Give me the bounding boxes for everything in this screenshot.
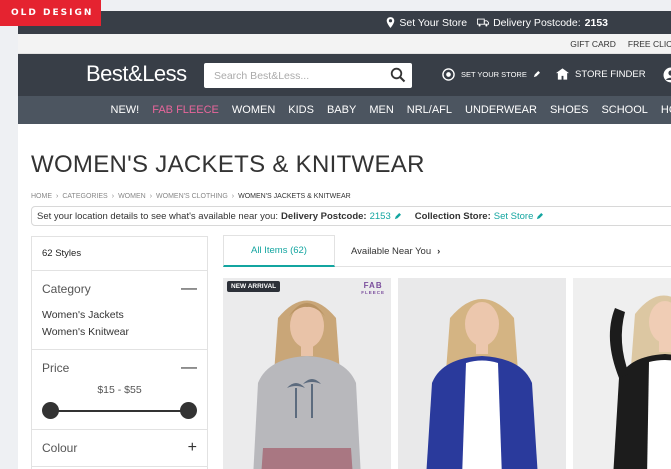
store-finder-button[interactable]: STORE FINDER	[556, 68, 646, 80]
old-design-badge: OLD DESIGN	[0, 0, 101, 26]
main-header: Best&Less Search Best&Less... SET YOUR S…	[18, 54, 671, 96]
pencil-icon[interactable]	[394, 212, 401, 220]
breadcrumb-current: WOMEN'S JACKETS & KNITWEAR	[238, 193, 351, 200]
search-input[interactable]: Search Best&Less...	[204, 63, 412, 88]
nav-shoes[interactable]: SHOES	[543, 104, 595, 116]
product-image	[398, 278, 566, 469]
product-card[interactable]: NEW ARRIVAL FAB FLEECE	[223, 278, 391, 469]
nav-underwear[interactable]: UNDERWEAR	[459, 104, 544, 116]
fab-fleece-logo: FAB FLEECE	[361, 282, 385, 296]
category-option-knitwear[interactable]: Women's Knitwear	[42, 324, 197, 341]
category-option-jackets[interactable]: Women's Jackets	[42, 307, 197, 324]
set-your-store-button[interactable]: SET YOUR STORE	[442, 68, 540, 81]
product-card[interactable]	[573, 278, 671, 469]
breadcrumb-categories[interactable]: CATEGORIES	[62, 193, 107, 200]
search-placeholder: Search Best&Less...	[214, 69, 310, 82]
breadcrumb-womens-clothing[interactable]: WOMEN'S CLOTHING	[156, 193, 228, 200]
colour-title: Colour	[42, 441, 78, 455]
search-icon[interactable]	[390, 67, 406, 83]
price-slider[interactable]	[42, 399, 197, 423]
slider-min-handle[interactable]	[42, 402, 59, 419]
new-arrival-badge: NEW ARRIVAL	[227, 281, 281, 292]
links-bar: GIFT CARD FREE CLICK	[18, 34, 671, 54]
store-icon	[556, 68, 569, 80]
nav-new[interactable]: NEW!	[104, 104, 146, 116]
location-prompt: Set your location details to see what's …	[37, 210, 279, 222]
set-store-label: Set Your Store	[399, 16, 468, 29]
chevron-right-icon: ›	[149, 193, 153, 200]
slider-track	[50, 410, 189, 412]
product-grid: NEW ARRIVAL FAB FLEECE	[223, 278, 671, 469]
price-title: Price	[42, 361, 70, 375]
chevron-right-icon: ›	[231, 193, 235, 200]
nav-kids[interactable]: KIDS	[282, 104, 321, 116]
postcode-label: Delivery Postcode:	[281, 210, 367, 222]
collapse-icon[interactable]: —	[181, 280, 197, 298]
postcode-value[interactable]: 2153	[370, 211, 391, 222]
account-icon[interactable]	[663, 67, 671, 83]
colour-filter: Colour +	[32, 430, 207, 467]
product-image	[573, 278, 671, 469]
delivery-postcode-link[interactable]: Delivery Postcode: 2153	[477, 17, 608, 29]
truck-icon	[477, 18, 490, 27]
colour-header[interactable]: Colour +	[42, 430, 197, 466]
category-header[interactable]: Category —	[42, 271, 197, 307]
nav-baby[interactable]: BABY	[320, 104, 362, 116]
nav-women[interactable]: WOMEN	[225, 104, 281, 116]
page-frame: Set Your Store Delivery Postcode: 2153 G…	[18, 11, 671, 469]
location-bar: Set your location details to see what's …	[31, 206, 671, 226]
expand-icon[interactable]: +	[188, 439, 197, 457]
pencil-icon[interactable]	[536, 212, 544, 220]
chevron-right-icon: ›	[111, 193, 115, 200]
price-header[interactable]: Price —	[42, 350, 197, 386]
free-click-link[interactable]: FREE CLICK	[628, 39, 671, 49]
filter-sidebar: 62 Styles Category — Women's Jackets Wom…	[31, 236, 208, 469]
product-image	[223, 278, 391, 469]
page-title: WOMEN'S JACKETS & KNITWEAR	[31, 151, 425, 178]
nav-home[interactable]: HO	[654, 104, 671, 116]
store-finder-label: STORE FINDER	[575, 68, 646, 80]
location-pin-icon	[442, 68, 455, 81]
pencil-icon	[533, 71, 540, 78]
utility-bar: Set Your Store Delivery Postcode: 2153	[18, 11, 671, 34]
delivery-value: 2153	[584, 16, 608, 29]
tab-available-near-you[interactable]: Available Near You ›	[335, 235, 456, 267]
collapse-icon[interactable]: —	[181, 359, 197, 377]
styles-count: 62 Styles	[32, 237, 207, 271]
category-nav: NEW! FAB FLEECE WOMEN KIDS BABY MEN NRL/…	[18, 96, 671, 124]
nav-men[interactable]: MEN	[363, 104, 400, 116]
product-card[interactable]	[398, 278, 566, 469]
collection-store-label: Collection Store:	[414, 210, 491, 222]
set-store-link[interactable]: Set Your Store	[386, 17, 467, 29]
tab-all-items[interactable]: All Items (62)	[223, 235, 335, 267]
delivery-label: Delivery Postcode:	[493, 16, 581, 29]
gift-card-link[interactable]: GIFT CARD	[570, 39, 616, 49]
nav-fab-fleece[interactable]: FAB FLEECE	[146, 104, 226, 116]
chevron-right-icon: ›	[56, 193, 59, 200]
location-pin-icon	[387, 17, 395, 28]
breadcrumb: HOME › CATEGORIES › WOMEN › WOMEN'S CLOT…	[31, 193, 351, 200]
site-logo[interactable]: Best&Less	[86, 61, 187, 87]
breadcrumb-women[interactable]: WOMEN	[118, 193, 146, 200]
category-title: Category	[42, 282, 91, 296]
category-filter: Category — Women's Jackets Women's Knitw…	[32, 271, 207, 350]
nav-nrl-afl[interactable]: NRL/AFL	[400, 104, 458, 116]
tab-near-you-label: Available Near You	[351, 245, 432, 257]
chevron-right-icon: ›	[437, 245, 441, 257]
availability-tabs: All Items (62) Available Near You ›	[223, 235, 456, 267]
set-store-link[interactable]: Set Store	[494, 211, 534, 222]
slider-max-handle[interactable]	[180, 402, 197, 419]
set-your-store-label: SET YOUR STORE	[461, 70, 527, 79]
brand-sub: FLEECE	[361, 290, 385, 295]
price-range: $15 - $55	[97, 384, 142, 396]
breadcrumb-home[interactable]: HOME	[31, 193, 52, 200]
price-filter: Price — $15 - $55	[32, 350, 207, 430]
nav-school[interactable]: SCHOOL	[595, 104, 654, 116]
